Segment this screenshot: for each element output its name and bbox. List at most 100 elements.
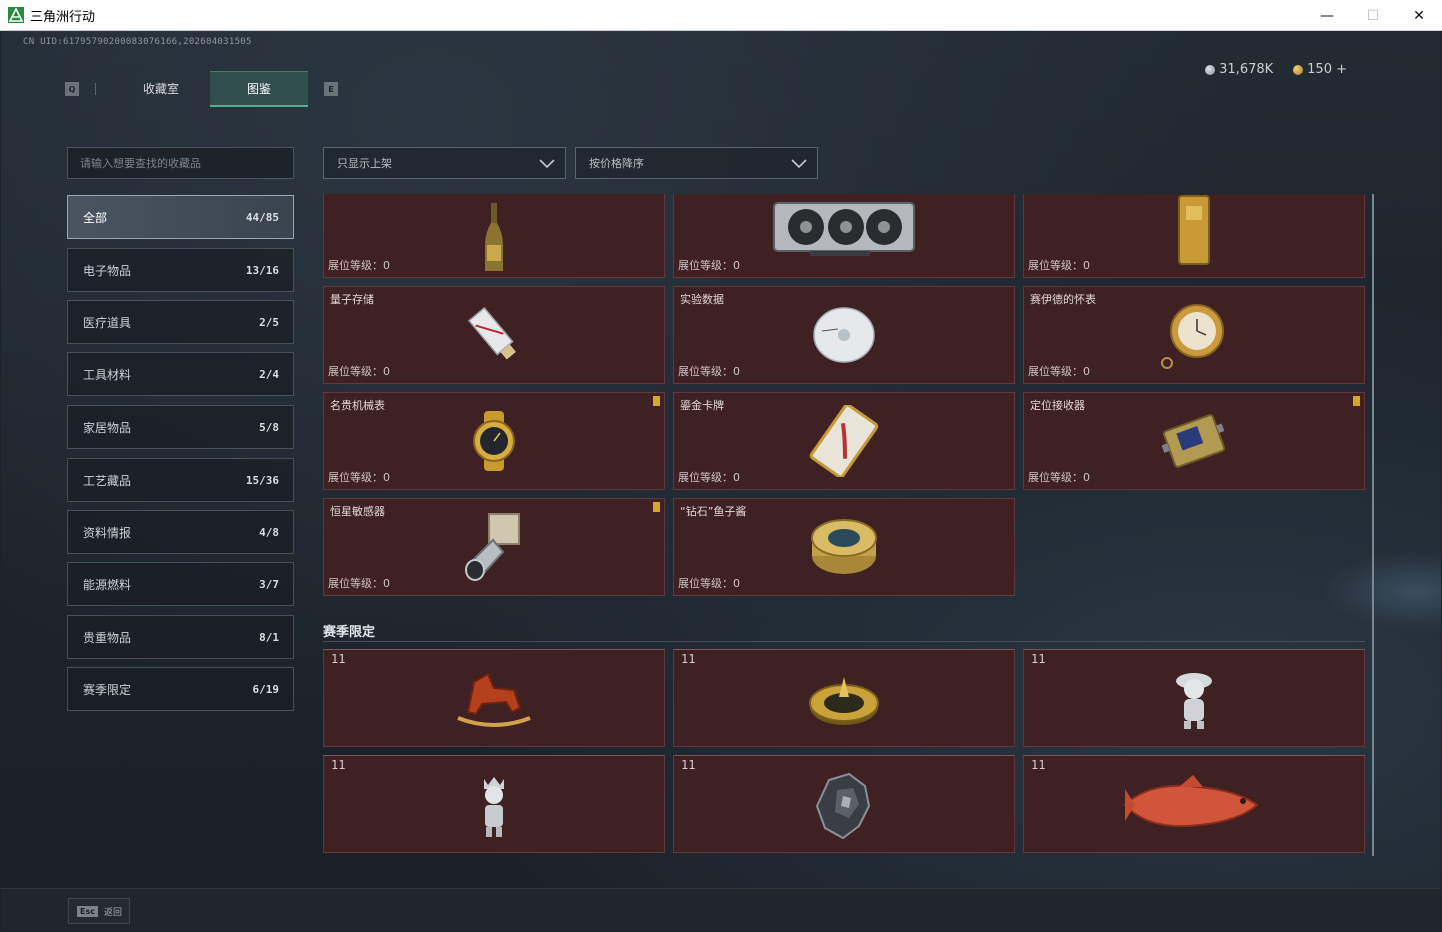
display-level: 展位等级：0 <box>1028 259 1090 272</box>
category-count: 15/36 <box>245 473 279 487</box>
gilded-card-icon <box>809 405 879 477</box>
item-number: 11 <box>681 758 696 772</box>
seasonal-item-card[interactable]: 11 <box>1023 649 1365 747</box>
window-titlebar: 三角洲行动 — ☐ ✕ <box>0 0 1442 31</box>
category-medical[interactable]: 医疗道具 2/5 <box>67 300 294 344</box>
display-level: 展位等级：0 <box>328 365 390 378</box>
display-filter-value: 只显示上架 <box>337 157 392 170</box>
category-energy[interactable]: 能源燃料 3/7 <box>67 562 294 606</box>
section-divider <box>323 641 1365 642</box>
collection-grid: 展位等级：0 展位等级：0 展位等级：0 量子存储 展位等级：0 实验数据 展位… <box>323 194 1375 856</box>
currency-gold[interactable]: 150 + <box>1293 62 1347 77</box>
chevron-down-icon <box>539 159 555 169</box>
item-name: 定位接收器 <box>1030 399 1085 412</box>
item-card[interactable]: “钻石”鱼子酱 展位等级：0 <box>673 498 1015 596</box>
item-card[interactable]: 恒星敏感器 展位等级：0 <box>323 498 665 596</box>
window-title: 三角洲行动 <box>30 9 96 25</box>
category-label: 电子物品 <box>83 263 132 278</box>
data-disc-icon <box>813 307 875 363</box>
category-count: 13/16 <box>245 263 279 277</box>
item-card[interactable]: 展位等级：0 <box>1023 194 1365 278</box>
item-name: 赛伊德的怀表 <box>1030 293 1096 306</box>
item-card[interactable]: 实验数据 展位等级：0 <box>673 286 1015 384</box>
item-name: “钻石”鱼子酱 <box>680 505 747 518</box>
star-sensor-icon <box>465 513 520 581</box>
category-seasonal[interactable]: 赛季限定 6/19 <box>67 667 294 711</box>
seasonal-item-card[interactable]: 11 <box>323 755 665 853</box>
esc-key-hint: Esc <box>77 905 98 917</box>
maximize-button[interactable]: ☐ <box>1350 0 1396 31</box>
champagne-bottle-icon <box>485 203 503 272</box>
seasonal-item-card[interactable]: 11 <box>1023 755 1365 853</box>
gold-coin-icon <box>1293 64 1304 75</box>
category-all[interactable]: 全部 44/85 <box>67 195 294 239</box>
item-card[interactable]: 量子存储 展位等级：0 <box>323 286 665 384</box>
category-label: 赛季限定 <box>83 682 132 697</box>
category-count: 44/85 <box>245 210 279 224</box>
category-label: 工具材料 <box>83 367 132 382</box>
currency-bar: 31,678K 150 + <box>1205 62 1347 77</box>
back-button[interactable]: Esc 返回 <box>68 898 130 924</box>
category-tools[interactable]: 工具材料 2/4 <box>67 352 294 396</box>
category-electronics[interactable]: 电子物品 13/16 <box>67 248 294 292</box>
seasonal-item-card[interactable]: 11 <box>323 649 665 747</box>
silver-coin-icon <box>1205 64 1216 75</box>
app-logo-icon <box>8 7 24 23</box>
search-input[interactable]: 请输入想要查找的收藏品 <box>67 147 294 179</box>
item-number: 11 <box>1031 758 1046 772</box>
display-level: 展位等级：0 <box>328 259 390 272</box>
category-count: 5/8 <box>259 420 279 434</box>
sort-dropdown[interactable]: 按价格降序 <box>575 147 818 179</box>
category-intel[interactable]: 资料情报 4/8 <box>67 510 294 554</box>
seasonal-item-card[interactable]: 11 <box>673 755 1015 853</box>
category-label: 能源燃料 <box>83 577 132 592</box>
display-level: 展位等级：0 <box>328 577 390 590</box>
display-level: 展位等级：0 <box>1028 365 1090 378</box>
section-seasonal-title: 赛季限定 <box>323 625 376 640</box>
category-count: 6/19 <box>252 682 280 696</box>
display-level: 展位等级：0 <box>678 365 740 378</box>
graphics-card-icon <box>773 201 915 256</box>
display-level: 展位等级：0 <box>678 471 740 484</box>
category-count: 2/5 <box>259 315 279 329</box>
category-valuables[interactable]: 贵重物品 8/1 <box>67 615 294 659</box>
item-card[interactable]: 名贵机械表 展位等级：0 <box>323 392 665 490</box>
item-name: 实验数据 <box>680 293 724 306</box>
item-name: 量子存储 <box>330 293 374 306</box>
seasonal-item-card[interactable]: 11 <box>673 649 1015 747</box>
item-card[interactable]: 展位等级：0 <box>673 194 1015 278</box>
caviar-tin-icon <box>811 519 877 574</box>
tab-collection-room[interactable]: 收藏室 <box>112 71 210 107</box>
category-crafts[interactable]: 工艺藏品 15/36 <box>67 458 294 502</box>
display-level: 展位等级：0 <box>678 577 740 590</box>
display-level: 展位等级：0 <box>1028 471 1090 484</box>
wristwatch-icon <box>473 411 515 471</box>
category-household[interactable]: 家居物品 5/8 <box>67 405 294 449</box>
tab-catalog[interactable]: 图鉴 <box>210 71 308 107</box>
pocket-watch-icon <box>1161 304 1224 369</box>
tab-divider <box>95 83 96 95</box>
receiver-icon <box>1161 414 1226 468</box>
category-label: 家居物品 <box>83 420 132 435</box>
golden-compass-icon <box>809 676 879 725</box>
key-hint-e: E <box>324 82 338 96</box>
close-button[interactable]: ✕ <box>1396 0 1442 31</box>
item-card[interactable]: 鎏金卡牌 展位等级：0 <box>673 392 1015 490</box>
new-badge <box>653 396 660 406</box>
gold-bar-icon <box>1178 194 1210 265</box>
category-label: 全部 <box>83 210 108 225</box>
back-label: 返回 <box>103 907 122 918</box>
key-hint-q: Q <box>65 82 79 96</box>
gold-amount: 150 + <box>1307 62 1347 77</box>
item-card[interactable]: 展位等级：0 <box>323 194 665 278</box>
usb-drive-icon <box>467 306 516 360</box>
item-card[interactable]: 定位接收器 展位等级：0 <box>1023 392 1365 490</box>
item-card[interactable]: 赛伊德的怀表 展位等级：0 <box>1023 286 1365 384</box>
silver-amount: 31,678K <box>1219 62 1274 77</box>
minimize-button[interactable]: — <box>1304 0 1350 31</box>
display-level: 展位等级：0 <box>328 471 390 484</box>
display-filter-dropdown[interactable]: 只显示上架 <box>323 147 566 179</box>
rocking-horse-icon <box>457 672 531 727</box>
new-badge <box>1353 396 1360 406</box>
item-number: 11 <box>681 652 696 666</box>
